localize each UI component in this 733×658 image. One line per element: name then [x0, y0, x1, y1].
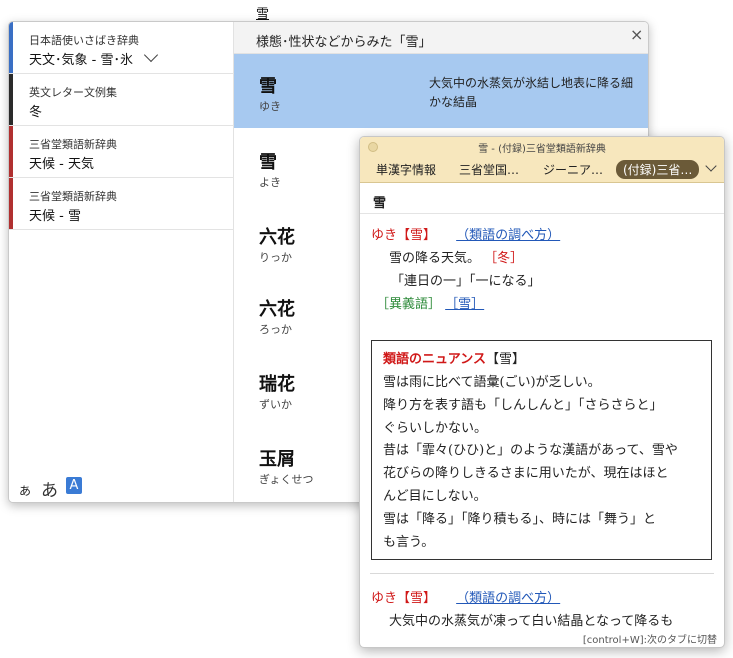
dict-color-bar — [9, 178, 13, 229]
nuance-title: 類語のニュアンス【雪】 — [383, 348, 525, 367]
usage-guide-link[interactable]: （類語の調べ方） — [456, 228, 560, 243]
sidebar-item-dict: 英文レター文例集 — [29, 86, 117, 99]
tab-genius[interactable]: ジーニア… — [543, 161, 603, 178]
chevron-down-icon[interactable] — [143, 47, 159, 63]
divider — [370, 573, 714, 574]
result-reading: ずいか — [259, 398, 292, 411]
nuance-line: ぐらいしかない。 — [383, 421, 488, 436]
sidebar-item-dict: 三省堂類語新辞典 — [29, 190, 117, 203]
popup-tabbar: 単漢字情報 三省堂国… ジーニア… (付録)三省… — [360, 156, 724, 183]
definition-text: 雪の降る天気。 — [389, 251, 481, 266]
entry-head: ゆき【雪】 — [371, 228, 437, 243]
shortcut-hint: [control+W]:次のタブに切替 — [582, 635, 717, 646]
season-tag: ［冬］ — [484, 251, 524, 266]
sidebar: 日本語使いさばき辞典 天文･気象 - 雪･氷 英文レター文例集 冬 三省堂類語新… — [9, 22, 234, 502]
sidebar-item-topic: 冬 — [29, 105, 43, 120]
result-reading: りっか — [259, 251, 292, 264]
nuance-line: 昔は「霏々(ひひ)と」のような漢語があって、雪や — [383, 443, 678, 458]
entry-definition: 雪の降る天気。 ［冬］ — [389, 247, 523, 266]
result-reading: よき — [259, 176, 281, 189]
result-word: 瑞花 — [259, 374, 295, 395]
dict-color-bar — [9, 126, 13, 177]
sidebar-item-topic: 天文･気象 - 雪･氷 — [29, 53, 133, 68]
font-smaller-button[interactable]: あ — [19, 482, 31, 499]
nuance-line: 雪は「降る」「降り積もる」、時には「舞う」と — [383, 512, 657, 527]
entry-heading: ゆき【雪】 （類語の調べ方） — [371, 587, 560, 606]
sidebar-item-topic: 天候 - 雪 — [29, 209, 81, 224]
top-character: 雪 — [256, 7, 270, 22]
chevron-down-icon[interactable] — [705, 160, 717, 172]
results-header: 様態･性状などからみた「雪」 × — [234, 22, 648, 54]
entry-example: 「連日の一」「一になる」 — [391, 274, 541, 289]
sidebar-item-letter-winter[interactable]: 英文レター文例集 冬 — [9, 74, 234, 126]
dict-color-bar — [9, 74, 13, 125]
tab-appendix-sanseido[interactable]: (付録)三省… — [616, 160, 700, 179]
result-word: 六花 — [259, 227, 295, 248]
tab-sanseido-kokugo[interactable]: 三省堂国… — [459, 161, 519, 178]
result-word: 雪 — [259, 76, 277, 97]
sidebar-toolbar: あ あ A — [9, 470, 234, 502]
popup-title: 雪 - (付録)三省堂類語新辞典 — [478, 144, 606, 155]
close-icon[interactable]: × — [630, 25, 643, 44]
sidebar-item-dict: 三省堂類語新辞典 — [29, 138, 117, 151]
synonym-label: ［異義語］ — [376, 297, 442, 312]
result-word: 玉屑 — [259, 449, 295, 470]
nuance-title-word: 【雪】 — [485, 352, 525, 367]
definition-popup: 雪 - (付録)三省堂類語新辞典 単漢字情報 三省堂国… ジーニア… (付録)三… — [359, 136, 725, 648]
result-reading: ぎょくせつ — [259, 473, 314, 486]
result-description: 大気中の水蒸気が氷結し地表に降る細かな結晶 — [429, 76, 634, 109]
popup-headword: 雪 — [373, 196, 387, 211]
sidebar-item-weather-snow[interactable]: 日本語使いさばき辞典 天文･気象 - 雪･氷 — [9, 22, 234, 74]
nuance-line: 降り方を表す語も「しんしんと」「さらさらと」 — [383, 398, 663, 413]
nuance-line: 花びらの降りしきるさまに用いたが、現在はほと — [383, 466, 669, 481]
result-reading: ゆき — [259, 100, 281, 113]
popup-titlebar[interactable]: 雪 - (付録)三省堂類語新辞典 — [360, 137, 724, 156]
entry-definition: 大気中の水蒸気が凍って白い結晶となって降るも — [389, 614, 674, 629]
results-title: 様態･性状などからみた「雪」 — [256, 35, 432, 50]
sidebar-item-climate-snow[interactable]: 三省堂類語新辞典 天候 - 雪 — [9, 178, 234, 230]
sidebar-item-topic: 天候 - 天気 — [29, 157, 94, 172]
entry-synonym: ［異義語］ ［雪］ — [376, 293, 484, 312]
divider — [360, 213, 724, 214]
nuance-title-label: 類語のニュアンス — [383, 352, 486, 367]
font-style-button[interactable]: A — [66, 477, 82, 494]
result-word: 六花 — [259, 299, 295, 320]
result-word: 雪 — [259, 152, 277, 173]
dict-color-bar — [9, 22, 13, 73]
nuance-line: んど目にしない。 — [383, 489, 487, 504]
sidebar-item-climate-weather[interactable]: 三省堂類語新辞典 天候 - 天気 — [9, 126, 234, 178]
nuance-line: も言う。 — [383, 535, 435, 550]
tab-kanji-info[interactable]: 単漢字情報 — [376, 161, 436, 178]
result-reading: ろっか — [259, 323, 292, 336]
nuance-line: 雪は雨に比べて語彙(ごい)が乏しい。 — [383, 375, 601, 390]
entry-heading: ゆき【雪】 （類語の調べ方） — [371, 224, 560, 243]
entry-head: ゆき【雪】 — [371, 591, 437, 606]
font-larger-button[interactable]: あ — [41, 476, 58, 501]
sidebar-item-dict: 日本語使いさばき辞典 — [29, 34, 139, 47]
nuance-box: 類語のニュアンス【雪】 雪は雨に比べて語彙(ごい)が乏しい。 降り方を表す語も「… — [371, 340, 712, 560]
result-item[interactable]: 雪 ゆき 大気中の水蒸気が氷結し地表に降る細かな結晶 — [234, 54, 648, 128]
usage-guide-link[interactable]: （類語の調べ方） — [456, 591, 560, 606]
synonym-link[interactable]: ［雪］ — [445, 297, 484, 312]
